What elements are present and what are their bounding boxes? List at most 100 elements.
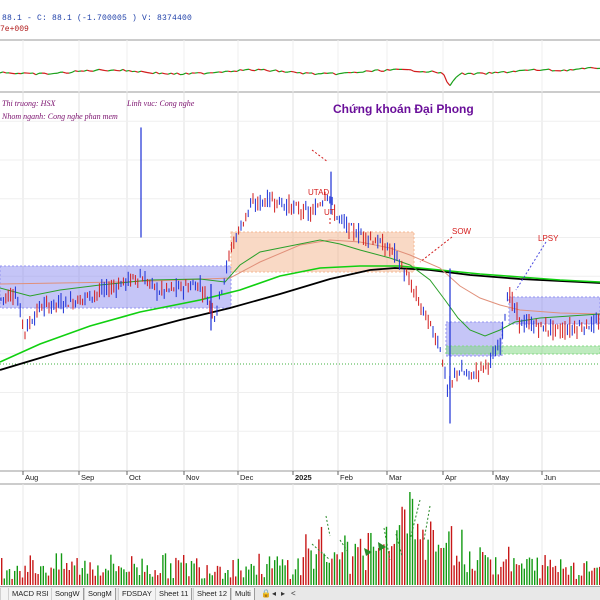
volume-pointer [325,515,331,537]
volume-bar [536,557,538,585]
tab-fdsday[interactable]: FDSDAY [118,588,156,600]
volume-bar [495,557,497,585]
oscillator-line [485,71,490,75]
volume-bar [42,565,44,585]
volume-bar [588,571,590,585]
volume-bar [222,578,224,585]
oscillator-line [290,70,295,73]
volume-bar [16,565,18,585]
arrow-right-icon[interactable]: ▸ [281,588,285,600]
volume-bar [357,547,359,585]
volume-bar [177,560,180,585]
oscillator-line [491,71,496,74]
volume-bar [476,560,479,585]
volume-bar [557,572,559,585]
oscillator-line [95,68,100,71]
oscillator-line [143,71,148,74]
volume-bar [404,509,406,585]
oscillator-line [269,69,274,72]
volume-bar [76,558,78,585]
x-tick-label: Apr [445,473,457,482]
volume-bar [123,569,125,585]
volume-bar [482,552,484,585]
volume-bar [125,572,128,585]
zone-range [0,265,232,309]
volume-bar [440,548,442,585]
volume-bar [437,544,440,585]
volume-bar [346,541,349,585]
oscillator-line [98,68,103,71]
volume-bar [479,547,481,585]
arrow-left-icon[interactable]: ◂ [272,588,276,600]
annotation-pointer [419,236,453,263]
oscillator-line [320,72,325,75]
oscillator-line [2,71,7,74]
oscillator-line [560,69,565,72]
tab-multi[interactable]: Multi [231,588,255,600]
volume-bar [372,546,375,585]
oscillator-line [539,69,544,72]
tab-sheet-11[interactable]: Sheet 11 [155,588,193,600]
volume-bar [71,561,73,585]
volume-bar [219,566,221,585]
tab-sheet-12[interactable]: Sheet 12 [193,588,232,600]
volume-bar [138,575,141,585]
oscillator-line [161,72,166,75]
volume-bar [302,557,304,585]
lock-icon[interactable]: 🔒 [261,588,271,600]
volume-bar [107,570,109,585]
oscillator-line [278,70,283,73]
oscillator-line [203,72,208,75]
arrow-left-small-icon[interactable]: < [291,588,296,600]
volume-bar [292,574,294,585]
volume-bar [534,570,536,585]
volume-bar [307,548,310,585]
volume-bar [560,559,562,585]
volume-bar [211,575,213,585]
volume-bar [411,498,414,585]
volume-bar [136,567,138,585]
volume-bar [19,570,21,585]
volume-bar [370,532,372,585]
oscillator-line [74,70,79,73]
x-tick-label: Nov [186,473,200,482]
oscillator-line [122,68,127,72]
tab-songm[interactable]: SongM [84,588,116,600]
oscillator-line [152,71,157,75]
annotation-lpsy: LPSY [538,234,559,243]
oscillator-line [185,72,190,75]
volume-bar [63,568,65,585]
volume-bar [68,569,70,585]
volume-bar [131,556,133,585]
volume-bar [385,526,388,585]
chart-canvas[interactable]: Aug Sep Oct Nov Dec 2025 Feb Mar Apr May Jun [0,0,600,586]
volume-bar [474,570,476,585]
chart-window: 88.1 - C: 88.1 (-1.700005 ) V: 8374400 7… [0,0,600,600]
volume-bar [487,557,489,585]
volume-bar [190,561,193,585]
oscillator-line [590,66,595,69]
volume-bar [365,570,367,585]
oscillator-line [275,69,280,73]
x-tick-label: Dec [240,473,254,482]
volume-bar [430,521,432,585]
volume-bar [235,576,237,585]
volume-bar [164,553,167,585]
oscillator-line [455,74,460,78]
oscillator-line [437,71,442,74]
x-tick-label: Mar [389,473,402,482]
oscillator-line [200,72,205,75]
oscillator-line [371,69,376,73]
volume-bar [341,552,343,585]
x-tick-label: 2025 [295,473,312,482]
volume-bar [284,565,286,585]
oscillator-line [473,72,478,76]
oscillator-line [446,81,451,87]
oscillator-line [239,69,244,72]
volume-bar [375,550,377,585]
oscillator-line [464,72,469,76]
sheet-tab-bar: MACD RSI SongW SongM FDSDAY Sheet 11 She… [0,586,600,600]
tab-songw[interactable]: SongW [51,588,84,600]
tab-macd-rsi[interactable]: MACD RSI [8,588,53,600]
volume-bar [471,568,473,585]
